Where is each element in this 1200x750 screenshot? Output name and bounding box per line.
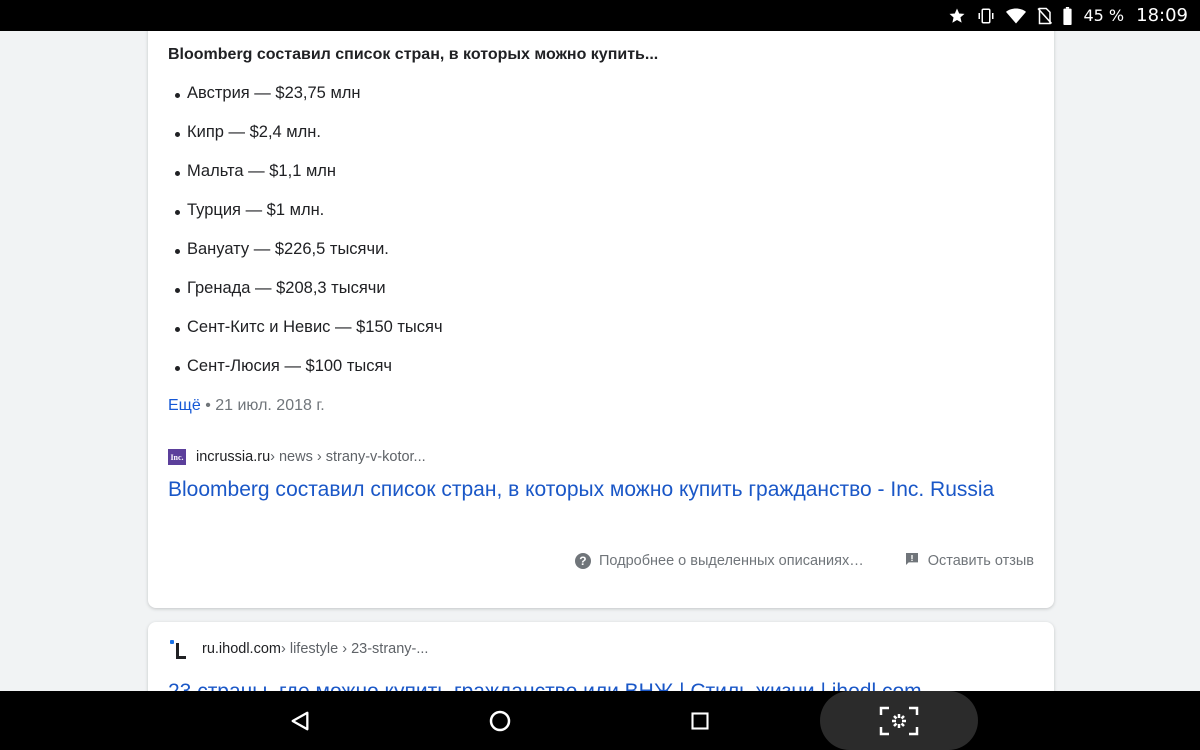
list-item: Австрия — $23,75 млн xyxy=(175,84,361,102)
help-icon: ? xyxy=(574,553,591,569)
list-item: Сент-Люсия — $100 тысяч xyxy=(174,357,393,375)
status-bar: 45 % 18:09 xyxy=(0,0,1200,31)
list-item: Гренада — $208,3 тысячи xyxy=(175,279,386,297)
about-snippets-link[interactable]: Подробнее о выделенных описаниях… xyxy=(599,553,864,569)
back-triangle-icon xyxy=(291,711,309,730)
star-icon xyxy=(948,7,966,25)
source-line[interactable]: ru.ihodl.com › lifestyle › 23-strany-... xyxy=(168,639,428,659)
source-path: › lifestyle › 23-strany-... xyxy=(280,641,429,657)
home-circle-icon xyxy=(489,710,511,731)
source-path: › news › strany-v-kotor... xyxy=(270,449,426,465)
feedback-icon xyxy=(904,551,920,571)
feedback-link[interactable]: Оставить отзыв xyxy=(928,553,1034,569)
list-item: Турция — $1 млн. xyxy=(174,201,325,219)
back-button[interactable] xyxy=(280,691,320,750)
screenshot-button[interactable] xyxy=(820,691,978,750)
source-domain: ru.ihodl.com xyxy=(202,641,281,657)
battery-icon xyxy=(1062,6,1073,25)
ihodl-favicon-icon xyxy=(168,639,188,659)
source-line[interactable]: Inc. incrussia.ru › news › strany-v-koto… xyxy=(168,449,426,465)
screenshot-scan-icon xyxy=(879,706,919,735)
list-item: Кипр — $2,4 млн. xyxy=(175,123,321,141)
home-button[interactable] xyxy=(480,691,520,750)
list-item: Сент-Китс и Невис — $150 тысяч xyxy=(175,318,443,336)
result-title-link[interactable]: 23 страны, где можно купить гражданство … xyxy=(168,677,1028,691)
no-sim-icon xyxy=(1036,7,1053,25)
wifi-icon xyxy=(1006,7,1027,25)
vibrate-icon xyxy=(976,7,996,25)
snippet-footer: ? Подробнее о выделенных описаниях… Оста… xyxy=(574,551,1034,571)
search-result-card: ru.ihodl.com › lifestyle › 23-strany-...… xyxy=(148,622,1054,691)
source-domain: incrussia.ru xyxy=(196,449,271,465)
navigation-bar xyxy=(0,691,1200,750)
more-link[interactable]: Ещё xyxy=(168,397,201,414)
featured-snippet-card: Bloomberg составил список стран, в котор… xyxy=(148,31,1054,608)
clock: 18:09 xyxy=(1136,5,1188,26)
list-item: Вануату — $226,5 тысячи. xyxy=(175,240,389,258)
snippet-date: 21 июл. 2018 г. xyxy=(215,397,325,414)
separator-dot: • xyxy=(205,397,216,414)
recents-square-icon xyxy=(691,711,709,730)
snippet-title: Bloomberg составил список стран, в котор… xyxy=(168,46,659,63)
search-results[interactable]: Bloomberg составил список стран, в котор… xyxy=(0,31,1200,691)
battery-percent: 45 % xyxy=(1083,6,1125,25)
status-icons: 45 % 18:09 xyxy=(948,0,1188,31)
more-line: Ещё • 21 июл. 2018 г. xyxy=(168,397,325,415)
list-item: Мальта — $1,1 млн xyxy=(174,162,337,180)
result-title-link[interactable]: Bloomberg составил список стран, в котор… xyxy=(168,475,1028,504)
inc-favicon-icon: Inc. xyxy=(168,449,186,465)
recents-button[interactable] xyxy=(680,691,720,750)
